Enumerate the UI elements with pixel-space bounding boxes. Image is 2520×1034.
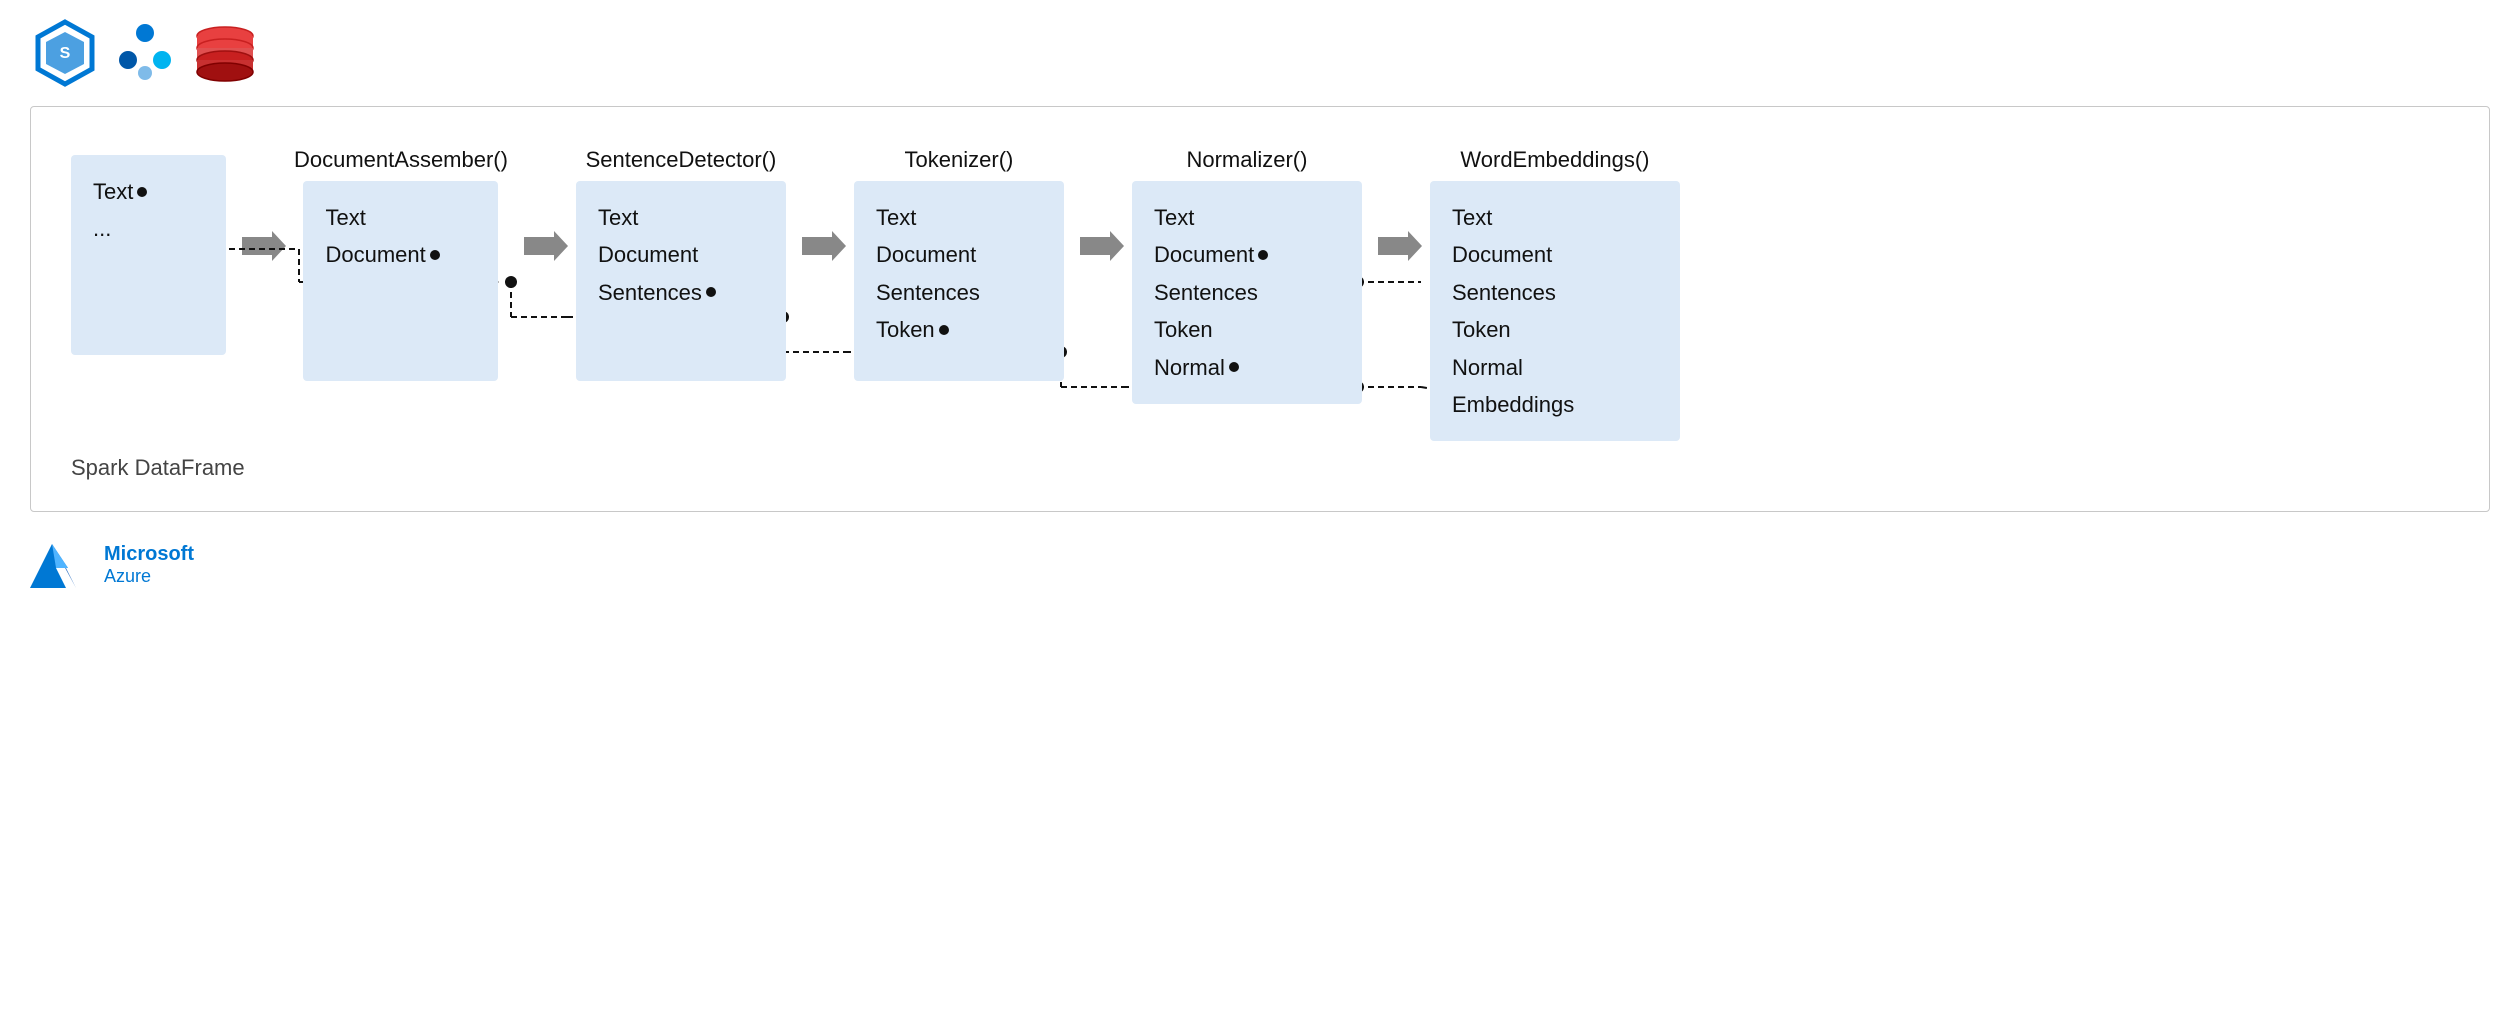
field-text-4: Text [1154, 199, 1340, 236]
df-box-4: Text Document Sentences Token Normal [1132, 181, 1362, 404]
arrow-5 [1370, 227, 1422, 265]
footer-product: Azure [104, 566, 194, 587]
field-sentences-4: Sentences [1154, 274, 1340, 311]
diagram-container: Text ... DocumentAssember() [30, 106, 2490, 512]
stage-label-5: WordEmbeddings() [1460, 147, 1649, 173]
dots-logo [110, 18, 180, 88]
arrow-4 [1072, 227, 1124, 265]
header: S [0, 0, 2520, 106]
stage-doc-assembler: DocumentAssember() Text Document [294, 147, 508, 381]
dot-text-0 [137, 187, 147, 197]
svg-text:S: S [60, 45, 71, 62]
arrow-icon-4 [1072, 227, 1124, 265]
field-token-3: Token [876, 311, 1042, 348]
field-sentences-5: Sentences [1452, 274, 1658, 311]
stage-label-1: DocumentAssember() [294, 147, 508, 173]
field-sentences-2: Sentences [598, 274, 764, 311]
arrow-3 [794, 227, 846, 265]
field-token-5: Token [1452, 311, 1658, 348]
field-dots-0: ... [93, 210, 204, 247]
spark-dataframe-label: Spark DataFrame [71, 455, 2449, 481]
field-document-4: Document [1154, 236, 1340, 273]
dot-document-4 [1258, 250, 1268, 260]
field-normal-5: Normal [1452, 349, 1658, 386]
footer: Microsoft Azure [0, 512, 2520, 618]
field-text-0: Text [93, 173, 204, 210]
stage-input: Text ... [71, 147, 226, 355]
field-document-2: Document [598, 236, 764, 273]
dot-token-3 [939, 325, 949, 335]
dot-document-1 [430, 250, 440, 260]
arrow-icon-2 [516, 227, 568, 265]
dot-normal-4 [1229, 362, 1239, 372]
stage-label-4: Normalizer() [1186, 147, 1307, 173]
field-sentences-3: Sentences [876, 274, 1042, 311]
stage-label-3: Tokenizer() [905, 147, 1014, 173]
field-document-3: Document [876, 236, 1042, 273]
arrow-1 [234, 227, 286, 265]
arrow-icon-5 [1370, 227, 1422, 265]
df-box-5: Text Document Sentences Token Normal [1430, 181, 1680, 441]
stage-label-2: SentenceDetector() [586, 147, 777, 173]
field-normal-4: Normal [1154, 349, 1340, 386]
arrow-icon-1 [234, 227, 286, 265]
field-text-3: Text [876, 199, 1042, 236]
arrow-icon-3 [794, 227, 846, 265]
footer-company: Microsoft [104, 543, 194, 566]
pipeline: Text ... DocumentAssember() [71, 147, 2449, 481]
field-text-5: Text [1452, 199, 1658, 236]
field-embeddings-5: Embeddings [1452, 386, 1658, 423]
dot-sentences-2 [706, 287, 716, 297]
stage-normalizer: Normalizer() Text Document Sentences Tok… [1132, 147, 1362, 404]
field-text-2: Text [598, 199, 764, 236]
stage-tokenizer: Tokenizer() Text Document Sentences Toke… [854, 147, 1064, 381]
stage-word-embeddings: WordEmbeddings() Text Document Sentences… [1430, 147, 1680, 441]
field-text-1: Text [325, 199, 476, 236]
pipeline-row: Text ... DocumentAssember() [71, 147, 2449, 441]
df-box-2: Text Document Sentences [576, 181, 786, 381]
df-box-input: Text ... [71, 155, 226, 355]
layers-logo [190, 18, 260, 88]
field-document-5: Document [1452, 236, 1658, 273]
df-box-3: Text Document Sentences Token [854, 181, 1064, 381]
stage-sentence-detector: SentenceDetector() Text Document Sentenc… [576, 147, 786, 381]
azure-logo [30, 540, 90, 590]
footer-brand-text: Microsoft Azure [104, 543, 194, 587]
spark-logo: S [30, 18, 100, 88]
field-document-1: Document [325, 236, 476, 273]
field-token-4: Token [1154, 311, 1340, 348]
arrow-2 [516, 227, 568, 265]
df-box-1: Text Document [303, 181, 498, 381]
